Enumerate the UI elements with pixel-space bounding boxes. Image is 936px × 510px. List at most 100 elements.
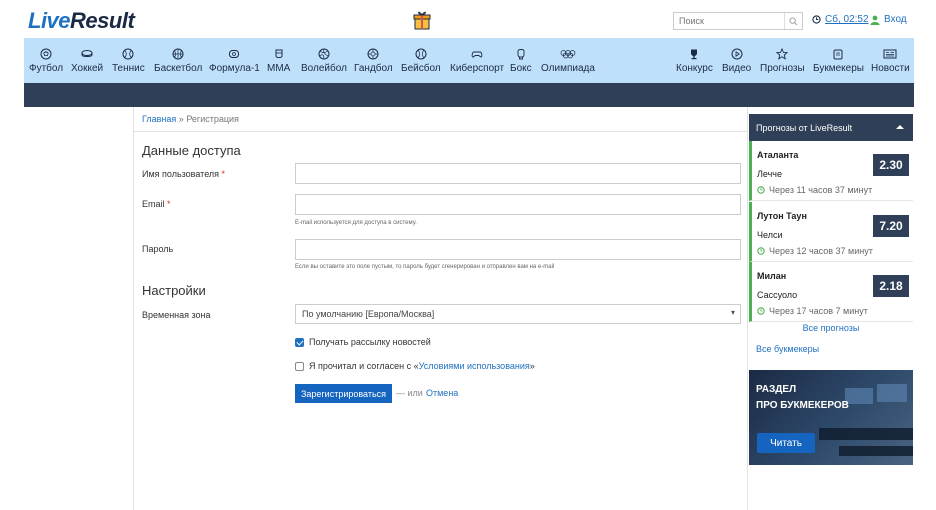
nav-formula1[interactable]: Формула-1 (209, 38, 260, 83)
bookmakers-promo-banner[interactable]: РАЗДЕЛ ПРО БУКМЕКЕРОВ Читать (749, 370, 913, 465)
prediction-odds[interactable]: 2.30 (873, 154, 909, 176)
prediction-time: Через 12 часов 37 минут (757, 246, 873, 256)
nav-label: Конкурс (676, 62, 713, 74)
terms-prefix: Я прочитал и согласен с « (309, 361, 419, 371)
nav-label: Формула-1 (209, 62, 260, 74)
promo-title-line2: ПРО БУКМЕКЕРОВ (756, 400, 849, 411)
breadcrumb-separator: » (178, 114, 184, 124)
newsletter-row[interactable]: Получать рассылку новостей (295, 337, 431, 347)
nav-baseball[interactable]: Бейсбол (401, 38, 441, 83)
nav-bookmakers[interactable]: Букмекеры (813, 38, 864, 83)
cancel-link[interactable]: Отмена (426, 388, 458, 398)
prediction-team1: Милан (757, 271, 787, 281)
logo-part-result: Result (70, 8, 135, 33)
terms-row[interactable]: Я прочитал и согласен с «Условиями испол… (295, 361, 535, 371)
nav-hockey[interactable]: Хоккей (71, 38, 103, 83)
predictions-header-title: Прогнозы от LiveResult (756, 123, 853, 133)
all-predictions-link[interactable]: Все прогнозы (749, 323, 913, 333)
nav-label: Новости (871, 62, 910, 74)
clock-icon (757, 186, 765, 194)
time-link[interactable]: Сб, 02:52 (825, 14, 869, 25)
prediction-team2: Сассуоло (757, 290, 798, 300)
nav-tennis[interactable]: Теннис (112, 38, 145, 83)
section-title-access: Данные доступа (142, 143, 241, 158)
prediction-item[interactable]: Аталанта Лечче Через 11 часов 37 минут 2… (749, 141, 913, 201)
promo-title-line1: РАЗДЕЛ (756, 384, 797, 395)
login-label: Вход (884, 14, 907, 25)
timezone-label: Временная зона (142, 310, 211, 320)
nav-football[interactable]: Футбол (29, 38, 63, 83)
predictions-header[interactable]: Прогнозы от LiveResult (749, 114, 913, 141)
nav-predictions[interactable]: Прогнозы (760, 38, 805, 83)
email-field[interactable] (295, 194, 741, 215)
password-field[interactable] (295, 239, 741, 260)
olympic-rings-icon (560, 49, 576, 58)
promo-photo-screen (877, 384, 907, 402)
search-button[interactable] (784, 13, 802, 29)
prediction-team2: Челси (757, 230, 783, 240)
all-bookmakers-link[interactable]: Все букмекеры (756, 344, 819, 354)
mma-icon (275, 49, 283, 58)
clock-icon (757, 247, 765, 255)
promo-photo-screen (845, 388, 873, 404)
terms-suffix: » (529, 361, 535, 371)
clock-icon (757, 307, 765, 315)
nav-label: Бокс (510, 62, 532, 74)
nav-mma[interactable]: ММА (267, 38, 290, 83)
nav-label: Теннис (112, 62, 145, 74)
username-label-text: Имя пользователя (142, 169, 220, 179)
nav-esports[interactable]: Киберспорт (450, 38, 504, 83)
gift-icon[interactable] (413, 10, 431, 30)
terms-checkbox[interactable] (295, 361, 304, 371)
prediction-item[interactable]: Лутон Таун Челси Через 12 часов 37 минут… (749, 202, 913, 262)
top-bar: LiveResult Сб, 02:52 Вход (0, 0, 936, 40)
tennis-icon (122, 48, 134, 59)
content-border-right (747, 107, 748, 510)
nav-news[interactable]: Новости (871, 38, 910, 83)
email-label: Email * (142, 199, 171, 209)
prediction-odds[interactable]: 2.18 (873, 275, 909, 297)
prediction-odds[interactable]: 7.20 (873, 215, 909, 237)
nav-handball[interactable]: Гандбол (354, 38, 393, 83)
logo[interactable]: LiveResult (28, 8, 135, 34)
sports-nav: Футбол Хоккей Теннис Баскетбол Формула-1… (24, 38, 914, 83)
collapse-caret-icon[interactable] (896, 125, 904, 129)
nav-olympics[interactable]: Олимпиада (541, 38, 595, 83)
nav-label: Волейбол (301, 62, 347, 74)
prediction-item[interactable]: Милан Сассуоло Через 17 часов 7 минут 2.… (749, 262, 913, 322)
nav-basketball[interactable]: Баскетбол (154, 38, 202, 83)
prediction-team2: Лечче (757, 169, 782, 179)
register-button[interactable]: Зарегистрироваться (295, 384, 392, 403)
required-mark: * (167, 199, 171, 209)
nav-video[interactable]: Видео (722, 38, 751, 83)
nav-contest[interactable]: Конкурс (676, 38, 713, 83)
nav-volleyball[interactable]: Волейбол (301, 38, 347, 83)
breadcrumb: Главная » Регистрация (142, 114, 239, 124)
email-hint: E-mail используется для доступа в систем… (295, 220, 417, 226)
promo-photo-desk (839, 446, 913, 456)
nav-boxing[interactable]: Бокс (510, 38, 532, 83)
password-label: Пароль (142, 244, 174, 254)
or-text: — или (396, 388, 423, 398)
content-border-left (133, 107, 134, 510)
clock[interactable]: Сб, 02:52 (812, 14, 869, 25)
password-hint: Если вы оставите это поле пустым, то пар… (295, 264, 555, 270)
terms-link[interactable]: Условиями использования (419, 361, 530, 371)
search-icon (789, 16, 798, 25)
newsletter-checkbox[interactable] (295, 337, 304, 347)
breadcrumb-home-link[interactable]: Главная (142, 114, 176, 124)
read-button[interactable]: Читать (757, 433, 815, 453)
breadcrumb-divider (134, 131, 747, 132)
promo-title: РАЗДЕЛ ПРО БУКМЕКЕРОВ (756, 382, 849, 414)
basketball-icon (172, 48, 184, 59)
clock-icon (812, 15, 821, 24)
timezone-select[interactable]: По умолчанию [Европа/Москва] ▾ (295, 304, 741, 324)
required-mark: * (221, 169, 226, 179)
username-field[interactable] (295, 163, 741, 184)
nav-label: Хоккей (71, 62, 104, 74)
login-link[interactable]: Вход (870, 14, 907, 25)
volleyball-icon (318, 48, 330, 59)
newsletter-label: Получать рассылку новостей (309, 337, 431, 347)
user-icon (870, 15, 880, 25)
prediction-team1: Лутон Таун (757, 211, 807, 221)
